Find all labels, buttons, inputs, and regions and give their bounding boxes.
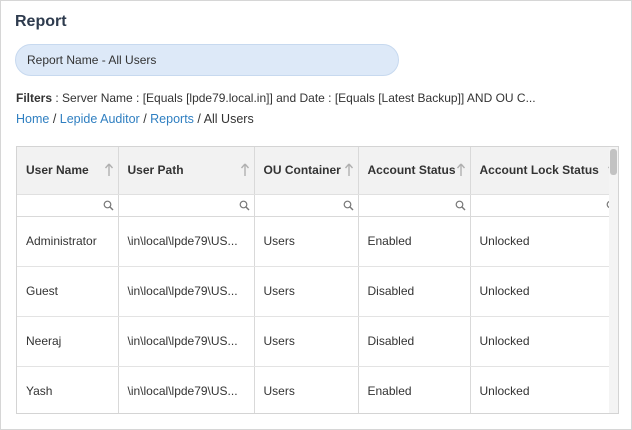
filter-input-ou-container[interactable]: [256, 196, 342, 214]
breadcrumb-lepide-auditor-link[interactable]: Lepide Auditor: [60, 112, 140, 126]
breadcrumb-reports-link[interactable]: Reports: [150, 112, 194, 126]
arrow-up-icon[interactable]: [344, 163, 354, 177]
breadcrumb-home-link[interactable]: Home: [16, 112, 49, 126]
cell-user-name: Administrator: [17, 216, 119, 267]
column-header-label: User Name: [26, 163, 89, 178]
search-icon[interactable]: [239, 200, 250, 211]
users-grid: User Name User Path OU Container Account…: [16, 146, 619, 414]
filter-input-user-name[interactable]: [19, 196, 102, 214]
breadcrumb: Home / Lepide Auditor / Reports / All Us…: [16, 112, 254, 126]
cell-account-lock-status: Unlocked: [470, 316, 618, 367]
cell-ou-container: Users: [254, 316, 359, 367]
scrollbar-thumb[interactable]: [610, 149, 617, 175]
arrow-up-icon[interactable]: [456, 163, 466, 177]
page-title: Report: [15, 13, 67, 30]
column-header-label: OU Container: [263, 163, 341, 178]
cell-account-status: Enabled: [358, 216, 471, 267]
arrow-up-icon[interactable]: [104, 163, 114, 177]
cell-ou-container: Users: [254, 266, 359, 317]
search-icon[interactable]: [103, 200, 114, 211]
cell-account-status: Disabled: [358, 316, 471, 367]
cell-user-path: \in\local\lpde79\US...: [118, 216, 255, 267]
table-row[interactable]: Neeraj \in\local\lpde79\US... Users Disa…: [17, 316, 618, 367]
filter-cell: [358, 194, 471, 217]
report-name-field[interactable]: Report Name - All Users: [15, 44, 399, 76]
filters-text: : Server Name : [Equals [lpde79.local.in…: [52, 91, 536, 105]
arrow-up-icon[interactable]: [240, 163, 250, 177]
cell-user-path: \in\local\lpde79\US...: [118, 366, 255, 413]
search-icon[interactable]: [343, 200, 354, 211]
table-row[interactable]: Guest \in\local\lpde79\US... Users Disab…: [17, 266, 618, 317]
column-header-label: Account Status: [367, 163, 456, 178]
filter-cell: [17, 194, 119, 217]
cell-account-lock-status: Unlocked: [470, 266, 618, 317]
search-icon[interactable]: [455, 200, 466, 211]
filter-input-user-path[interactable]: [120, 196, 238, 214]
column-header-account-status[interactable]: Account Status: [358, 147, 471, 195]
vertical-scrollbar[interactable]: [609, 147, 618, 413]
cell-ou-container: Users: [254, 366, 359, 413]
cell-user-name: Guest: [17, 266, 119, 317]
cell-account-status: Enabled: [358, 366, 471, 413]
report-panel: Report Report Name - All Users Filters :…: [0, 0, 632, 430]
column-header-user-path[interactable]: User Path: [118, 147, 255, 195]
column-header-label: User Path: [127, 163, 184, 178]
column-header-ou-container[interactable]: OU Container: [254, 147, 359, 195]
filter-input-account-lock-status[interactable]: [472, 196, 605, 214]
table-row[interactable]: Yash \in\local\lpde79\US... Users Enable…: [17, 366, 618, 413]
table-row[interactable]: Administrator \in\local\lpde79\US... Use…: [17, 216, 618, 267]
header-row: User Name User Path OU Container Account…: [17, 147, 618, 195]
filter-input-account-status[interactable]: [360, 196, 454, 214]
column-header-user-name[interactable]: User Name: [17, 147, 119, 195]
filters-summary: Filters : Server Name : [Equals [lpde79.…: [16, 91, 616, 105]
breadcrumb-separator: /: [52, 112, 60, 126]
filters-label: Filters: [16, 91, 53, 105]
breadcrumb-current: All Users: [203, 112, 254, 126]
users-table: User Name User Path OU Container Account…: [17, 147, 618, 413]
column-header-label: Account Lock Status: [479, 163, 599, 178]
cell-user-name: Yash: [17, 366, 119, 413]
filter-cell: [118, 194, 255, 217]
cell-ou-container: Users: [254, 216, 359, 267]
filter-cell: [254, 194, 359, 217]
filter-cell: [470, 194, 618, 217]
column-header-account-lock-status[interactable]: Account Lock Status: [470, 147, 618, 195]
cell-user-path: \in\local\lpde79\US...: [118, 316, 255, 367]
cell-account-status: Disabled: [358, 266, 471, 317]
cell-user-name: Neeraj: [17, 316, 119, 367]
filter-row: [17, 194, 618, 217]
cell-user-path: \in\local\lpde79\US...: [118, 266, 255, 317]
report-name-label: Report Name - All Users: [27, 53, 157, 67]
cell-account-lock-status: Unlocked: [470, 366, 618, 413]
cell-account-lock-status: Unlocked: [470, 216, 618, 267]
